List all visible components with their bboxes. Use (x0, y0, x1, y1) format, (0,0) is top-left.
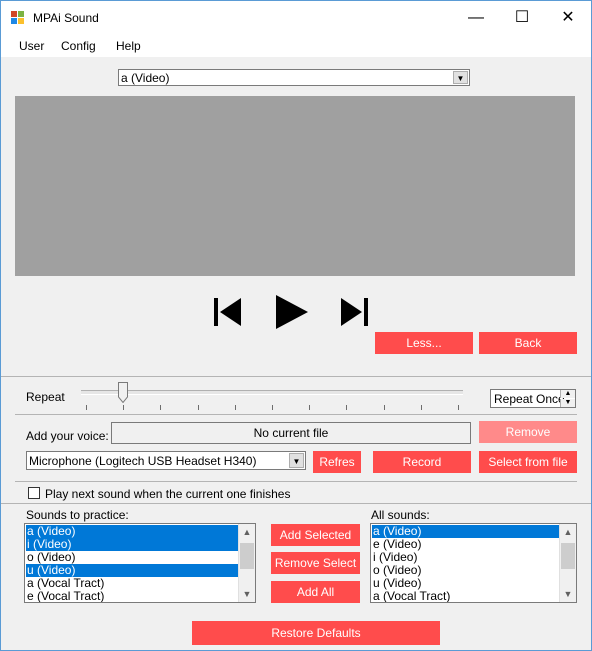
all-sounds-listbox[interactable]: a (Video) e (Video) i (Video) o (Video) u (V… (370, 523, 577, 603)
slider-tick (383, 405, 385, 410)
scroll-thumb[interactable] (240, 543, 254, 569)
repeat-mode-value: Repeat Once (494, 392, 565, 406)
video-select[interactable]: a (Video) ▼ (118, 69, 470, 86)
practice-scrollbar[interactable]: ▲ ▼ (238, 524, 255, 602)
sounds-to-practice-label: Sounds to practice: (26, 508, 129, 522)
less-button[interactable]: Less... (375, 332, 473, 354)
slider-tick (458, 405, 459, 410)
scroll-up-icon[interactable]: ▲ (239, 524, 255, 540)
divider (1, 503, 591, 504)
slider-tick (234, 405, 236, 410)
remove-button[interactable]: Remove (479, 421, 577, 443)
spin-up-icon[interactable]: ▲ (560, 390, 575, 398)
scroll-thumb[interactable] (561, 543, 575, 569)
menu-help[interactable]: Help (116, 39, 141, 53)
scroll-down-icon[interactable]: ▼ (560, 586, 576, 602)
refresh-button[interactable]: Refres (313, 451, 361, 473)
repeat-label: Repeat (26, 390, 65, 404)
minimize-icon: — (468, 9, 484, 26)
spin-down-icon[interactable]: ▼ (560, 399, 575, 407)
maximize-icon: ☐ (514, 9, 530, 26)
chevron-down-icon[interactable]: ▼ (289, 453, 304, 468)
add-selected-button[interactable]: Add Selected (271, 524, 360, 546)
record-button[interactable]: Record (373, 451, 471, 473)
skip-forward-icon (341, 298, 368, 326)
close-icon: ✕ (561, 9, 575, 26)
skip-back-icon (214, 298, 241, 326)
menu-config[interactable]: Config (61, 39, 96, 53)
add-voice-label: Add your voice: (26, 429, 109, 443)
current-file-display: No current file (111, 422, 471, 444)
scroll-up-icon[interactable]: ▲ (560, 524, 576, 540)
practice-listbox[interactable]: a (Video) i (Video) o (Video) u (Video) a (V… (24, 523, 256, 603)
restore-defaults-button[interactable]: Restore Defaults (192, 621, 440, 645)
repeat-slider-thumb[interactable] (118, 382, 129, 404)
menu-bar: User Config Help (1, 35, 591, 57)
title-bar: MPAi Sound — ☐ ✕ (1, 1, 591, 35)
select-from-file-button[interactable]: Select from file (479, 451, 577, 473)
previous-button[interactable] (212, 296, 244, 328)
video-select-value: a (Video) (121, 71, 170, 85)
maximize-button[interactable]: ☐ (499, 1, 545, 35)
divider (15, 481, 577, 482)
add-all-button[interactable]: Add All (271, 581, 360, 603)
slider-tick (160, 405, 162, 410)
slider-tick (346, 405, 348, 410)
microphone-select-value: Microphone (Logitech USB Headset H340) (29, 454, 257, 468)
play-next-label: Play next sound when the current one fin… (45, 487, 291, 501)
remove-selected-button[interactable]: Remove Select (271, 552, 360, 574)
list-item[interactable]: a (Vocal Tract) (372, 590, 559, 603)
minimize-button[interactable]: — (453, 1, 499, 35)
app-logo-icon (11, 11, 25, 25)
play-icon (276, 295, 308, 329)
close-button[interactable]: ✕ (545, 1, 591, 35)
menu-user[interactable]: User (19, 39, 44, 53)
slider-tick (123, 405, 125, 410)
all-sounds-scrollbar[interactable]: ▲ ▼ (559, 524, 576, 602)
slider-tick (272, 405, 273, 410)
slider-tick (420, 405, 422, 410)
back-button[interactable]: Back (479, 332, 577, 354)
chevron-down-icon[interactable]: ▼ (453, 71, 468, 84)
slider-tick (86, 405, 87, 410)
divider (15, 414, 577, 415)
slider-tick (309, 405, 311, 410)
slider-thumb-icon (118, 382, 129, 404)
next-button[interactable] (338, 296, 370, 328)
list-item[interactable]: e (Vocal Tract) (26, 590, 239, 603)
microphone-select[interactable]: Microphone (Logitech USB Headset H340) ▼ (26, 451, 306, 470)
all-sounds-label: All sounds: (371, 508, 430, 522)
repeat-mode-spinner[interactable]: Repeat Once ▲ ▼ (490, 389, 576, 408)
scroll-down-icon[interactable]: ▼ (239, 586, 255, 602)
repeat-slider-track[interactable] (81, 390, 463, 395)
video-display (15, 96, 575, 276)
divider (1, 376, 591, 377)
play-button[interactable] (274, 294, 310, 330)
window-title: MPAi Sound (33, 11, 99, 25)
app-window: MPAi Sound — ☐ ✕ User Config Help a (Vid… (0, 0, 592, 651)
slider-tick (197, 405, 199, 410)
play-next-checkbox[interactable] (28, 487, 40, 499)
